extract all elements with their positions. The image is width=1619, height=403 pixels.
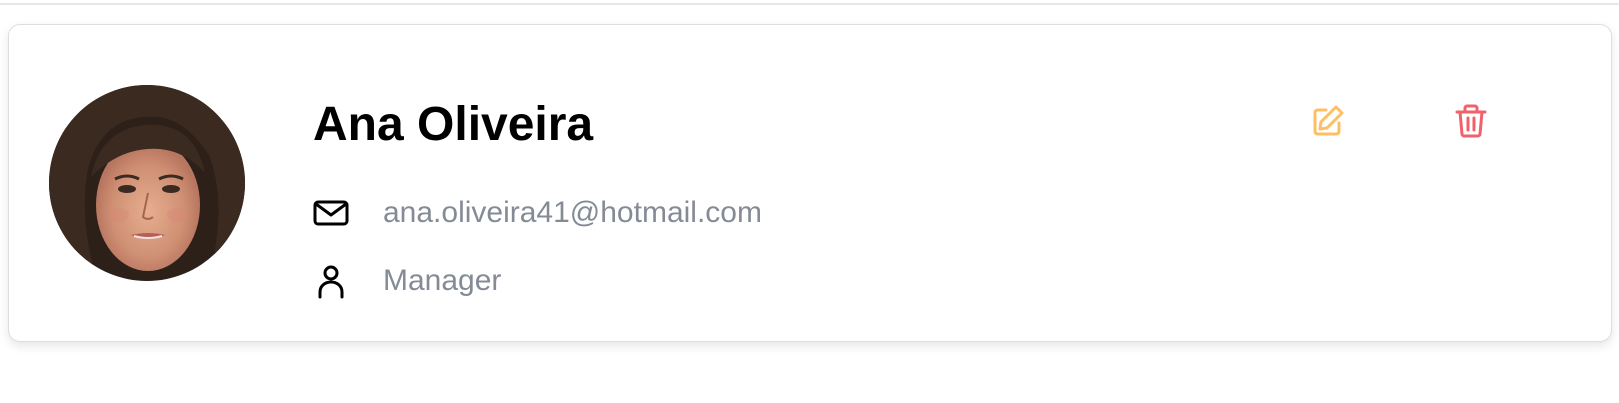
user-card: Ana Oliveira ana.oliveira41@hotmail.com … (8, 24, 1612, 342)
trash-icon (1453, 103, 1489, 144)
mail-icon (313, 195, 349, 231)
user-email: ana.oliveira41@hotmail.com (383, 196, 762, 229)
user-role: Manager (383, 264, 502, 297)
avatar-photo (49, 85, 245, 281)
edit-button[interactable] (1306, 101, 1350, 145)
email-row: ana.oliveira41@hotmail.com (313, 193, 762, 233)
top-divider (0, 0, 1619, 5)
delete-button[interactable] (1449, 101, 1493, 145)
edit-icon (1310, 103, 1346, 144)
user-icon (313, 263, 349, 299)
role-row: Manager (313, 261, 501, 301)
avatar (49, 85, 245, 281)
user-name: Ana Oliveira (313, 98, 594, 151)
